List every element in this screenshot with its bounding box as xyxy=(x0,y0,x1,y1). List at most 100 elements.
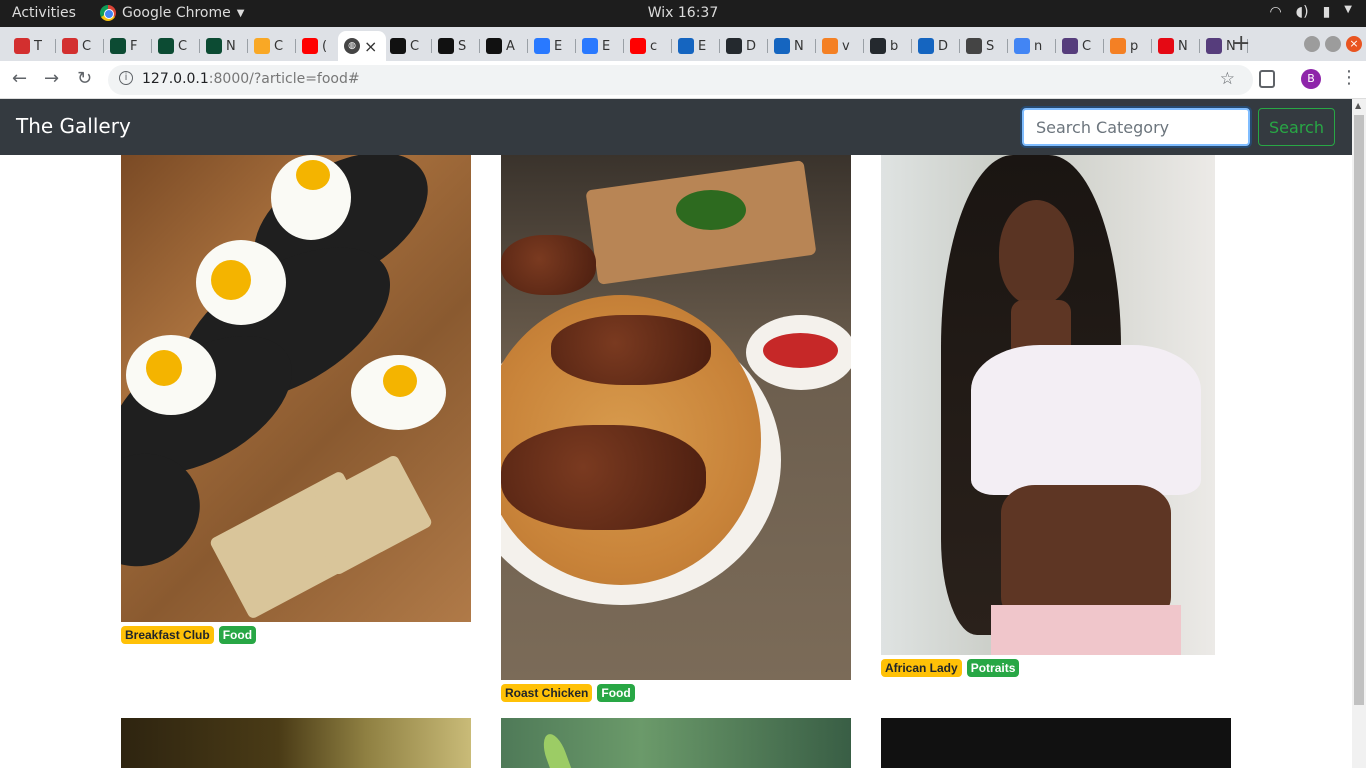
tab-bulb[interactable]: C xyxy=(248,31,296,61)
title-badge[interactable]: Roast Chicken xyxy=(501,684,593,702)
github-icon xyxy=(870,38,886,54)
tab-bootstrap[interactable]: E xyxy=(528,31,576,61)
scrollbar-thumb[interactable] xyxy=(1354,115,1364,705)
tab-label: S xyxy=(458,38,467,54)
close-window-icon[interactable]: × xyxy=(1346,36,1362,52)
tab-youtube[interactable]: ( xyxy=(296,31,344,61)
battery-icon: ▮ xyxy=(1322,4,1331,20)
tab-google[interactable]: n xyxy=(1008,31,1056,61)
globe-icon: ◍ xyxy=(344,38,360,54)
wifi-icon: ◠ xyxy=(1269,4,1282,20)
new-tab-button[interactable]: + xyxy=(1232,31,1250,56)
tab-bootstrap-b[interactable]: C xyxy=(1056,31,1104,61)
title-badge[interactable]: African Lady xyxy=(881,659,962,677)
tab-label: D xyxy=(938,38,949,54)
tab-label: N xyxy=(226,38,236,54)
tab-label: v xyxy=(842,38,850,54)
tab-label: C xyxy=(178,38,188,54)
activities-button[interactable]: Activities xyxy=(12,5,76,21)
tab-django[interactable]: N xyxy=(200,31,248,61)
card-badges: Roast Chicken Food xyxy=(501,684,635,702)
menu-kebab-icon[interactable]: ⋮ xyxy=(1340,67,1358,88)
app-menu[interactable]: Google Chrome ▼ xyxy=(100,5,244,21)
browser-toolbar: ← → ↻ i 127.0.0.1:8000/?article=food# ☆ xyxy=(0,61,1366,99)
tab-youtube[interactable]: c xyxy=(624,31,672,61)
tab-django[interactable]: C xyxy=(152,31,200,61)
reload-icon[interactable]: ↻ xyxy=(77,68,92,89)
gallery-image[interactable] xyxy=(501,718,851,768)
web-page: The Gallery Search Breakfast Club Food xyxy=(0,99,1352,768)
site-navbar: The Gallery Search xyxy=(0,99,1352,155)
minimize-icon[interactable] xyxy=(1304,36,1320,52)
tab-stackoverflow[interactable]: v xyxy=(816,31,864,61)
app-name: Google Chrome xyxy=(122,5,231,21)
clock[interactable]: Wix 16:37 xyxy=(648,5,719,21)
tab-opera[interactable]: T xyxy=(8,31,56,61)
bootstrap-b-icon xyxy=(1206,38,1222,54)
tab-bootstrap[interactable]: E xyxy=(576,31,624,61)
mdb-icon xyxy=(678,38,694,54)
tab-codepen[interactable]: C xyxy=(384,31,432,61)
search-input[interactable] xyxy=(1022,108,1250,146)
tab-github[interactable]: b xyxy=(864,31,912,61)
tab-close-icon[interactable]: × xyxy=(364,37,377,56)
chevron-down-icon: ▼ xyxy=(236,7,245,19)
tab-django[interactable]: F xyxy=(104,31,152,61)
profile-avatar[interactable]: B xyxy=(1301,69,1321,89)
breakfast-image[interactable] xyxy=(121,155,471,622)
url-text[interactable]: 127.0.0.1:8000/?article=food# xyxy=(142,71,360,87)
gallery-image[interactable] xyxy=(881,718,1231,768)
blank-icon xyxy=(966,38,982,54)
search-button[interactable]: Search xyxy=(1258,108,1335,146)
maximize-icon[interactable] xyxy=(1325,36,1341,52)
tab-opera[interactable]: C xyxy=(56,31,104,61)
bookmark-star-icon[interactable]: ☆ xyxy=(1220,69,1235,89)
power-menu-icon: ▼ xyxy=(1344,4,1352,15)
opera-icon xyxy=(14,38,30,54)
mdb-icon xyxy=(918,38,934,54)
tab-github[interactable]: D xyxy=(720,31,768,61)
tab-label: C xyxy=(410,38,420,54)
page-scrollbar[interactable]: ▲ xyxy=(1352,99,1366,768)
stackoverflow-icon xyxy=(1110,38,1126,54)
tab-strip: T C F C N C(C S A E Ec E D Nv b D Sn Cp N N ◍ × xyxy=(0,27,1366,61)
tab-netflix[interactable]: N xyxy=(1152,31,1200,61)
roast-chicken-image[interactable] xyxy=(501,155,851,680)
info-icon[interactable]: i xyxy=(119,71,133,85)
tab-label: E xyxy=(554,38,563,54)
scroll-up-icon[interactable]: ▲ xyxy=(1355,101,1361,110)
address-bar[interactable]: i 127.0.0.1:8000/?article=food# ☆ xyxy=(108,65,1253,95)
forward-icon[interactable]: → xyxy=(44,68,59,89)
tab-label: S xyxy=(986,38,995,54)
extension-icon[interactable] xyxy=(1259,70,1275,88)
tab-label: T xyxy=(34,38,42,54)
tab-label: F xyxy=(130,38,138,54)
tab-blank[interactable]: S xyxy=(960,31,1008,61)
title-badge[interactable]: Breakfast Club xyxy=(121,626,214,644)
tab-mdb[interactable]: D xyxy=(912,31,960,61)
tab-label: D xyxy=(746,38,757,54)
bootstrap-icon xyxy=(582,38,598,54)
system-tray[interactable]: ◠ ◖) ▮ ▼ xyxy=(1270,4,1352,20)
tab-mdb[interactable]: E xyxy=(672,31,720,61)
tab-stackoverflow[interactable]: p xyxy=(1104,31,1152,61)
tab-label: b xyxy=(890,38,899,54)
category-badge[interactable]: Potraits xyxy=(966,659,1020,677)
tab-codepen[interactable]: A xyxy=(480,31,528,61)
tab-label: p xyxy=(1130,38,1139,54)
tab-label: C xyxy=(1082,38,1092,54)
african-lady-image[interactable] xyxy=(881,155,1215,655)
back-icon[interactable]: ← xyxy=(12,68,27,89)
bulb-icon xyxy=(254,38,270,54)
tab-mdb[interactable]: N xyxy=(768,31,816,61)
tab-label: C xyxy=(274,38,284,54)
netflix-icon xyxy=(1158,38,1174,54)
tab-active[interactable]: ◍ × xyxy=(338,31,386,61)
category-badge[interactable]: Food xyxy=(597,684,635,702)
window-controls: × xyxy=(1304,36,1362,52)
site-brand[interactable]: The Gallery xyxy=(16,114,131,138)
tab-codepen[interactable]: S xyxy=(432,31,480,61)
gallery-image[interactable] xyxy=(121,718,471,768)
tab-label: N xyxy=(1178,38,1188,54)
category-badge[interactable]: Food xyxy=(218,626,257,644)
